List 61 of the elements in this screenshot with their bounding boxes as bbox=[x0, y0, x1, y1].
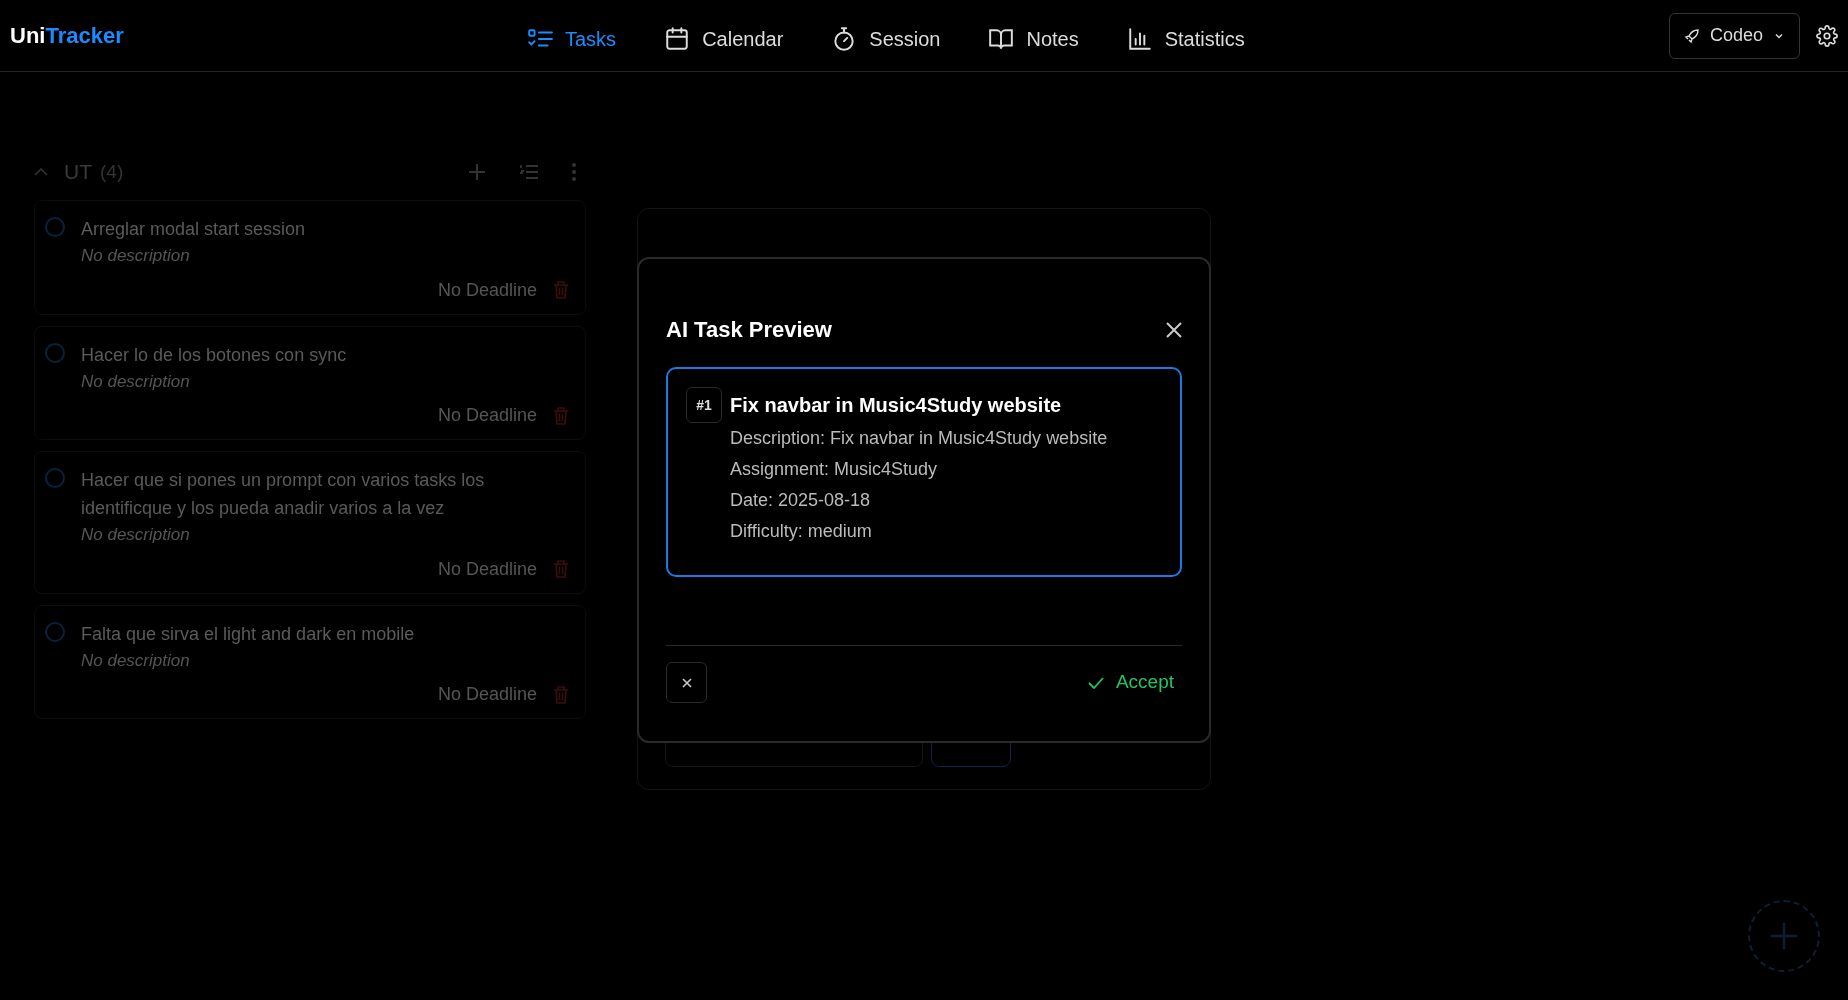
task-title: Fix navbar in Music4Study website bbox=[730, 393, 1063, 419]
task-number-badge: #1 bbox=[686, 387, 722, 424]
book-icon bbox=[988, 26, 1015, 52]
list-button[interactable] bbox=[520, 164, 538, 180]
task-description: No description bbox=[81, 245, 191, 267]
modal-title: AI Task Preview bbox=[666, 317, 832, 344]
task-description: No description bbox=[81, 370, 191, 393]
collapse-button[interactable] bbox=[34, 168, 48, 176]
nav-tab[interactable]: Statistics bbox=[1126, 20, 1245, 58]
check-icon bbox=[1087, 676, 1104, 689]
workspace-dropdown[interactable]: Codeo bbox=[1668, 12, 1800, 59]
close-icon bbox=[681, 677, 692, 688]
task-checkbox[interactable] bbox=[45, 621, 65, 642]
close-button[interactable] bbox=[1166, 322, 1182, 339]
delete-button[interactable] bbox=[553, 685, 569, 704]
nav-tab[interactable]: Session bbox=[831, 20, 941, 58]
nav-tab[interactable]: Notes bbox=[988, 20, 1079, 58]
more-button[interactable] bbox=[572, 163, 576, 181]
trash-icon bbox=[553, 406, 569, 425]
task-detail: Assignment: Music4Study bbox=[730, 458, 939, 482]
chevron-icon bbox=[34, 168, 48, 176]
more-icon bbox=[572, 163, 576, 181]
task-title: Falta que sirva el light and dark en mobile bbox=[81, 622, 416, 646]
task-checkbox[interactable] bbox=[45, 342, 65, 363]
bar-chart-icon bbox=[1126, 26, 1153, 52]
trash-icon bbox=[553, 685, 569, 704]
deadline-text: No Deadline bbox=[437, 557, 537, 581]
task-detail: Description: Fix navbar in Music4Study website bbox=[730, 427, 1108, 451]
rocket-icon bbox=[1683, 27, 1700, 44]
settings-icon bbox=[1816, 24, 1838, 47]
task-description: No description bbox=[81, 524, 191, 546]
task-title: Arreglar modal start session bbox=[81, 218, 307, 241]
numbered-list-icon bbox=[520, 164, 538, 180]
delete-button[interactable] bbox=[553, 406, 569, 425]
task-title: Hacer lo de los botones con sync bbox=[81, 343, 348, 367]
task-description: No description bbox=[81, 649, 191, 672]
calendar-icon bbox=[664, 26, 691, 52]
task-checkbox[interactable] bbox=[45, 468, 65, 488]
add-button[interactable] bbox=[1748, 900, 1820, 972]
deadline-text: No Deadline bbox=[437, 278, 537, 302]
settings-button[interactable] bbox=[1816, 24, 1838, 47]
nav-tab[interactable]: Calendar bbox=[664, 20, 784, 58]
trash-icon bbox=[553, 560, 569, 578]
nav-tab[interactable]: Tasks bbox=[527, 20, 617, 58]
delete-button[interactable] bbox=[553, 281, 569, 299]
task-checkbox[interactable] bbox=[45, 217, 65, 237]
task-detail: Date: 2025-08-18 bbox=[730, 489, 872, 513]
app-logo[interactable]: UniTracker bbox=[10, 19, 124, 52]
reject-button[interactable] bbox=[666, 662, 707, 703]
deadline-text: No Deadline bbox=[437, 683, 537, 706]
task-detail: Difficulty: medium bbox=[730, 520, 873, 544]
accept-button[interactable]: Accept bbox=[1079, 668, 1182, 697]
task-title: Hacer que si pones un prompt con varios tasks los identificque y los pueda anadir varios a la vez bbox=[81, 469, 486, 520]
group-name: UT bbox=[64, 159, 92, 186]
trash-icon bbox=[553, 281, 569, 299]
close-icon bbox=[1166, 322, 1182, 339]
plus-icon bbox=[468, 163, 486, 181]
add-button[interactable] bbox=[468, 163, 486, 181]
delete-button[interactable] bbox=[553, 560, 569, 578]
deadline-text: No Deadline bbox=[437, 404, 537, 427]
plus-icon bbox=[1770, 922, 1798, 950]
